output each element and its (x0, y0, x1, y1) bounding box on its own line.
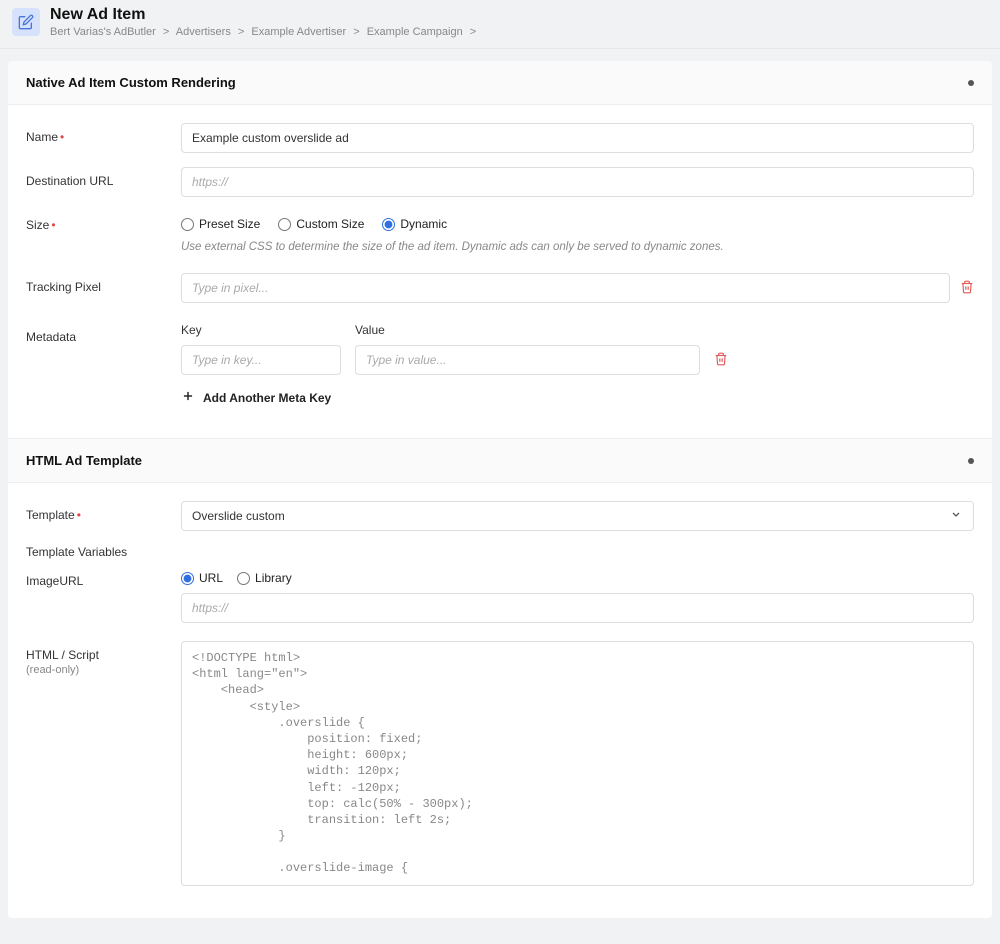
page-body: Native Ad Item Custom Rendering Name• De… (0, 49, 1000, 944)
meta-key-label: Key (181, 323, 341, 337)
html-code-readonly: <!DOCTYPE html> <html lang="en"> <head> … (181, 641, 974, 886)
name-input[interactable] (181, 123, 974, 153)
section-native-ad: Native Ad Item Custom Rendering Name• De… (8, 61, 992, 918)
section-header-html-template[interactable]: HTML Ad Template (8, 438, 992, 483)
metadata-label: Metadata (26, 323, 181, 344)
page-title: New Ad Item (50, 6, 480, 24)
imageurl-library-radio[interactable]: Library (237, 571, 292, 585)
section-header[interactable]: Native Ad Item Custom Rendering (8, 61, 992, 105)
section-title: Native Ad Item Custom Rendering (26, 75, 236, 90)
section-title: HTML Ad Template (26, 453, 142, 468)
size-hint: Use external CSS to determine the size o… (181, 241, 974, 253)
size-dynamic-radio[interactable]: Dynamic (382, 217, 447, 231)
imageurl-input[interactable] (181, 593, 974, 623)
collapse-dot-icon (968, 80, 974, 86)
imageurl-url-radio[interactable]: URL (181, 571, 223, 585)
template-variables-label: Template Variables (26, 545, 974, 559)
name-label: Name• (26, 123, 181, 144)
size-preset-radio[interactable]: Preset Size (181, 217, 260, 231)
breadcrumb: Bert Varias's AdButler > Advertisers > E… (50, 26, 480, 38)
meta-value-label: Value (355, 323, 700, 337)
meta-value-input[interactable] (355, 345, 700, 375)
breadcrumb-item[interactable]: Advertisers (176, 26, 231, 38)
collapse-dot-icon (968, 458, 974, 464)
template-label: Template• (26, 501, 181, 522)
trash-icon[interactable] (714, 352, 728, 375)
size-label: Size• (26, 211, 181, 232)
trash-icon[interactable] (960, 280, 974, 297)
topbar: New Ad Item Bert Varias's AdButler > Adv… (0, 0, 1000, 49)
meta-key-input[interactable] (181, 345, 341, 375)
size-custom-radio[interactable]: Custom Size (278, 217, 364, 231)
breadcrumb-item[interactable]: Example Advertiser (251, 26, 346, 38)
destination-url-input[interactable] (181, 167, 974, 197)
imageurl-label: ImageURL (26, 567, 181, 588)
tracking-pixel-label: Tracking Pixel (26, 273, 181, 294)
plus-icon (181, 389, 195, 406)
add-meta-button[interactable]: Add Another Meta Key (181, 389, 974, 406)
tracking-pixel-input[interactable] (181, 273, 950, 303)
html-script-label: HTML / Script (read-only) (26, 641, 181, 676)
edit-square-icon (12, 8, 40, 36)
template-select[interactable] (181, 501, 974, 531)
breadcrumb-item[interactable]: Example Campaign (367, 26, 463, 38)
title-block: New Ad Item Bert Varias's AdButler > Adv… (50, 6, 480, 38)
breadcrumb-item[interactable]: Bert Varias's AdButler (50, 26, 156, 38)
destination-url-label: Destination URL (26, 167, 181, 188)
